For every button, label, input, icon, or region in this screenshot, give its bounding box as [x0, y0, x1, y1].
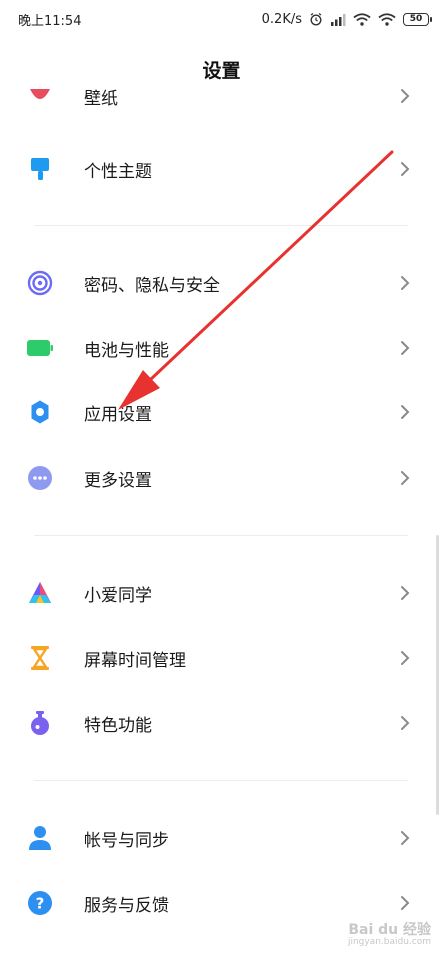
scrollbar[interactable]: [436, 535, 439, 815]
theme-brush-icon: [26, 155, 54, 183]
watermark-url: jingyan.baidu.com: [347, 937, 431, 948]
chevron-right-icon: [399, 274, 411, 292]
watermark-brand: Bai du 经验: [348, 921, 431, 938]
settings-item-privacy-security[interactable]: 密码、隐私与安全: [0, 251, 443, 315]
chevron-right-icon: [399, 714, 411, 732]
section-divider: [34, 535, 408, 536]
chevron-right-icon: [399, 829, 411, 847]
settings-item-label: 服务与反馈: [84, 895, 169, 916]
chevron-right-icon: [399, 403, 411, 421]
settings-item-special-features[interactable]: 特色功能: [0, 691, 443, 755]
settings-item-theme[interactable]: 个性主题: [0, 137, 443, 201]
flask-icon: [26, 709, 54, 737]
help-icon: ?: [26, 889, 54, 917]
settings-item-account-sync[interactable]: 帐号与同步: [0, 806, 443, 870]
settings-item-label: 应用设置: [84, 404, 152, 425]
section-divider: [34, 780, 408, 781]
chevron-right-icon: [399, 469, 411, 487]
settings-item-label: 个性主题: [84, 161, 152, 182]
watermark: Bai du 经验 jingyan.baidu.com: [347, 921, 431, 948]
settings-item-wallpaper[interactable]: 壁纸: [0, 88, 443, 118]
hourglass-icon: [26, 644, 54, 672]
settings-item-label: 更多设置: [84, 470, 152, 491]
settings-item-more-settings[interactable]: 更多设置: [0, 446, 443, 510]
settings-item-label: 密码、隐私与安全: [84, 275, 220, 296]
status-indicators: 0.2K/s 50: [261, 11, 432, 27]
settings-item-label: 特色功能: [84, 715, 152, 736]
page-title: 设置: [202, 60, 241, 82]
status-time: 晚上11:54: [18, 13, 82, 29]
chevron-right-icon: [399, 160, 411, 178]
wallpaper-icon: [26, 88, 54, 110]
settings-item-app-settings[interactable]: 应用设置: [0, 380, 443, 444]
settings-item-label: 壁纸: [84, 88, 118, 109]
wifi-icon: [353, 12, 371, 26]
account-icon: [26, 824, 54, 852]
battery-indicator: 50: [403, 12, 432, 26]
fingerprint-icon: [26, 269, 54, 297]
settings-item-label: 帐号与同步: [84, 830, 169, 851]
settings-item-label: 小爱同学: [84, 585, 152, 606]
settings-item-label: 电池与性能: [84, 340, 169, 361]
battery-icon: [26, 334, 54, 362]
network-speed: 0.2K/s: [261, 11, 302, 27]
chevron-right-icon: [399, 649, 411, 667]
status-bar: 晚上11:54 0.2K/s 50: [0, 0, 443, 38]
chevron-right-icon: [399, 894, 411, 912]
section-divider: [34, 225, 408, 226]
settings-item-xiaoai[interactable]: 小爱同学: [0, 561, 443, 625]
chevron-right-icon: [399, 584, 411, 602]
settings-item-label: 屏幕时间管理: [84, 650, 186, 671]
svg-text:?: ?: [36, 895, 45, 913]
settings-item-battery[interactable]: 电池与性能: [0, 316, 443, 380]
more-dots-icon: [26, 464, 54, 492]
alarm-icon: [309, 12, 323, 26]
gear-icon: [26, 398, 54, 426]
wifi-icon-2: [378, 12, 396, 26]
settings-item-screen-time[interactable]: 屏幕时间管理: [0, 626, 443, 690]
scrolled-row-clip: 壁纸: [0, 88, 443, 118]
chevron-right-icon: [399, 88, 411, 105]
xiaoai-icon: [26, 579, 54, 607]
chevron-right-icon: [399, 339, 411, 357]
cellular-signal-icon: [330, 13, 346, 26]
